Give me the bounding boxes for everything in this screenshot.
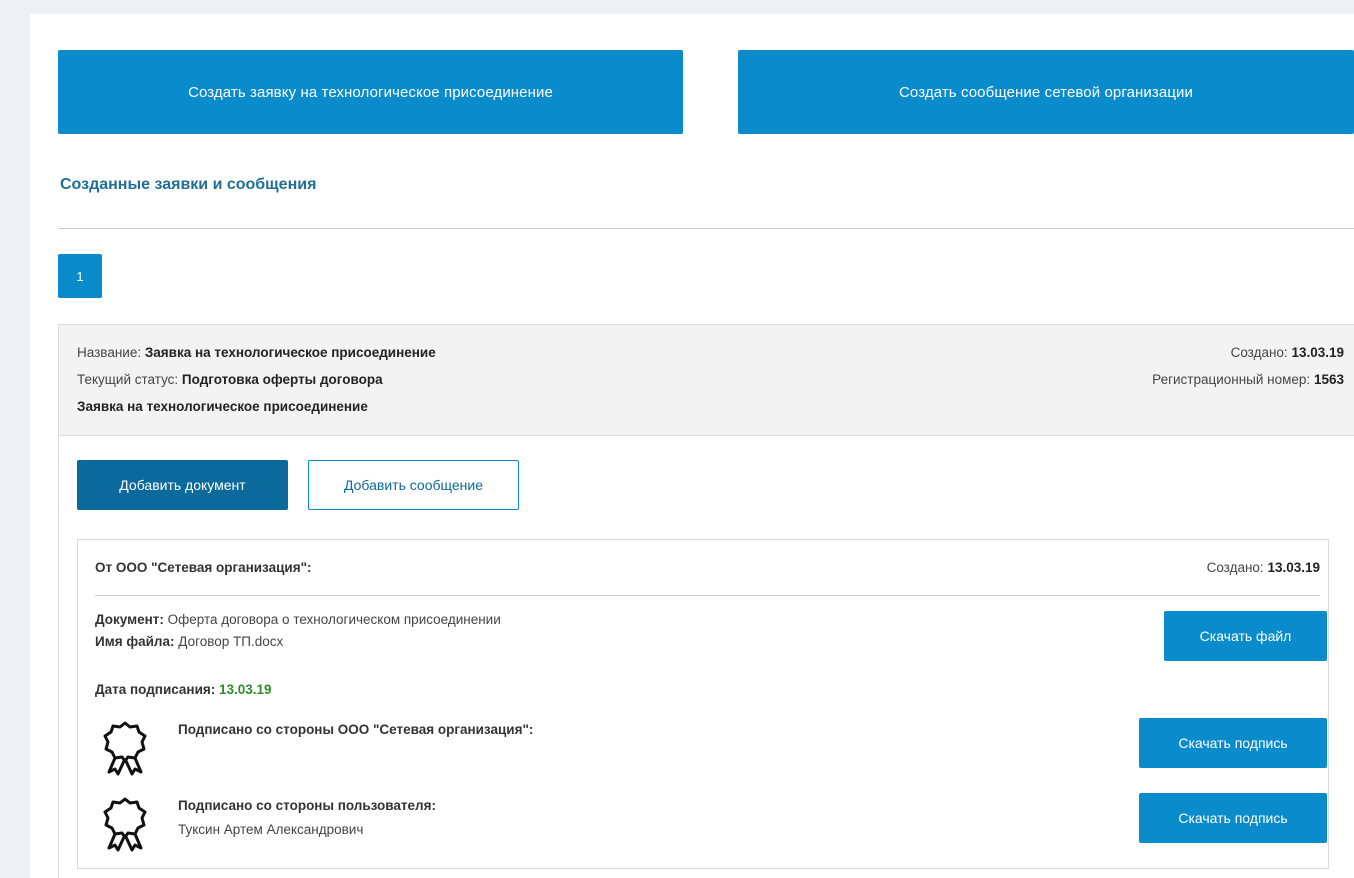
download-file-button[interactable]: Скачать файл [1164,611,1327,661]
file-name: Имя файла: Договор ТП.docx [95,634,283,649]
signature-title-org: Подписано со стороны ООО "Сетевая органи… [178,722,534,737]
document-label: Документ: [95,612,164,627]
request-header: Название: Заявка на технологическое прис… [59,325,1354,436]
message-created-label: Создано: [1206,560,1268,575]
message-from: От ООО "Сетевая организация": [95,560,312,575]
sign-date-label: Дата подписания: [95,682,219,697]
add-message-button[interactable]: Добавить сообщение [308,460,519,510]
section-title: Созданные заявки и сообщения [60,176,317,193]
create-message-button[interactable]: Создать сообщение сетевой организации [738,50,1354,134]
message-divider [95,595,1320,596]
request-status-label: Текущий статус: [77,372,182,387]
message-card: От ООО "Сетевая организация": Создано: 1… [77,539,1329,869]
request-reg-number: Регистрационный номер: 1563 [1152,372,1344,387]
message-created: Создано: 13.03.19 [1207,560,1320,575]
request-card: Название: Заявка на технологическое прис… [58,324,1354,878]
main-content: Создать заявку на технологическое присое… [30,14,1354,878]
award-seal-icon [103,721,147,776]
request-created: Создано: 13.03.19 [1231,345,1344,360]
sign-date: Дата подписания: 13.03.19 [95,682,272,697]
message-created-value: 13.03.19 [1267,560,1320,575]
add-document-button[interactable]: Добавить документ [77,460,288,510]
request-created-label: Создано: [1230,345,1292,360]
document-value: Оферта договора о технологическом присое… [163,612,501,627]
pagination-page-1[interactable]: 1 [58,254,102,298]
request-name-label: Название: [77,345,145,360]
request-name: Название: Заявка на технологическое прис… [77,345,436,360]
signature-title-user: Подписано со стороны пользователя: [178,798,437,813]
request-subtitle: Заявка на технологическое присоединение [77,399,368,414]
sign-date-value: 13.03.19 [219,682,272,697]
create-request-button[interactable]: Создать заявку на технологическое присое… [58,50,683,134]
request-reg-value: 1563 [1313,372,1344,387]
file-value: Договор ТП.docx [174,634,284,649]
request-status: Текущий статус: Подготовка оферты догово… [77,372,383,387]
document-name: Документ: Оферта договора о технологичес… [95,612,501,627]
request-reg-label: Регистрационный номер: [1152,372,1314,387]
divider [58,228,1354,229]
award-seal-icon [103,797,147,852]
request-status-value: Подготовка оферты договора [181,372,383,387]
request-name-value: Заявка на технологическое присоединение [144,345,436,360]
file-label: Имя файла: [95,634,175,649]
request-created-value: 13.03.19 [1291,345,1344,360]
download-signature-user-button[interactable]: Скачать подпись [1139,793,1327,843]
signature-user-name: Туксин Артем Александрович [178,822,364,837]
download-signature-org-button[interactable]: Скачать подпись [1139,718,1327,768]
